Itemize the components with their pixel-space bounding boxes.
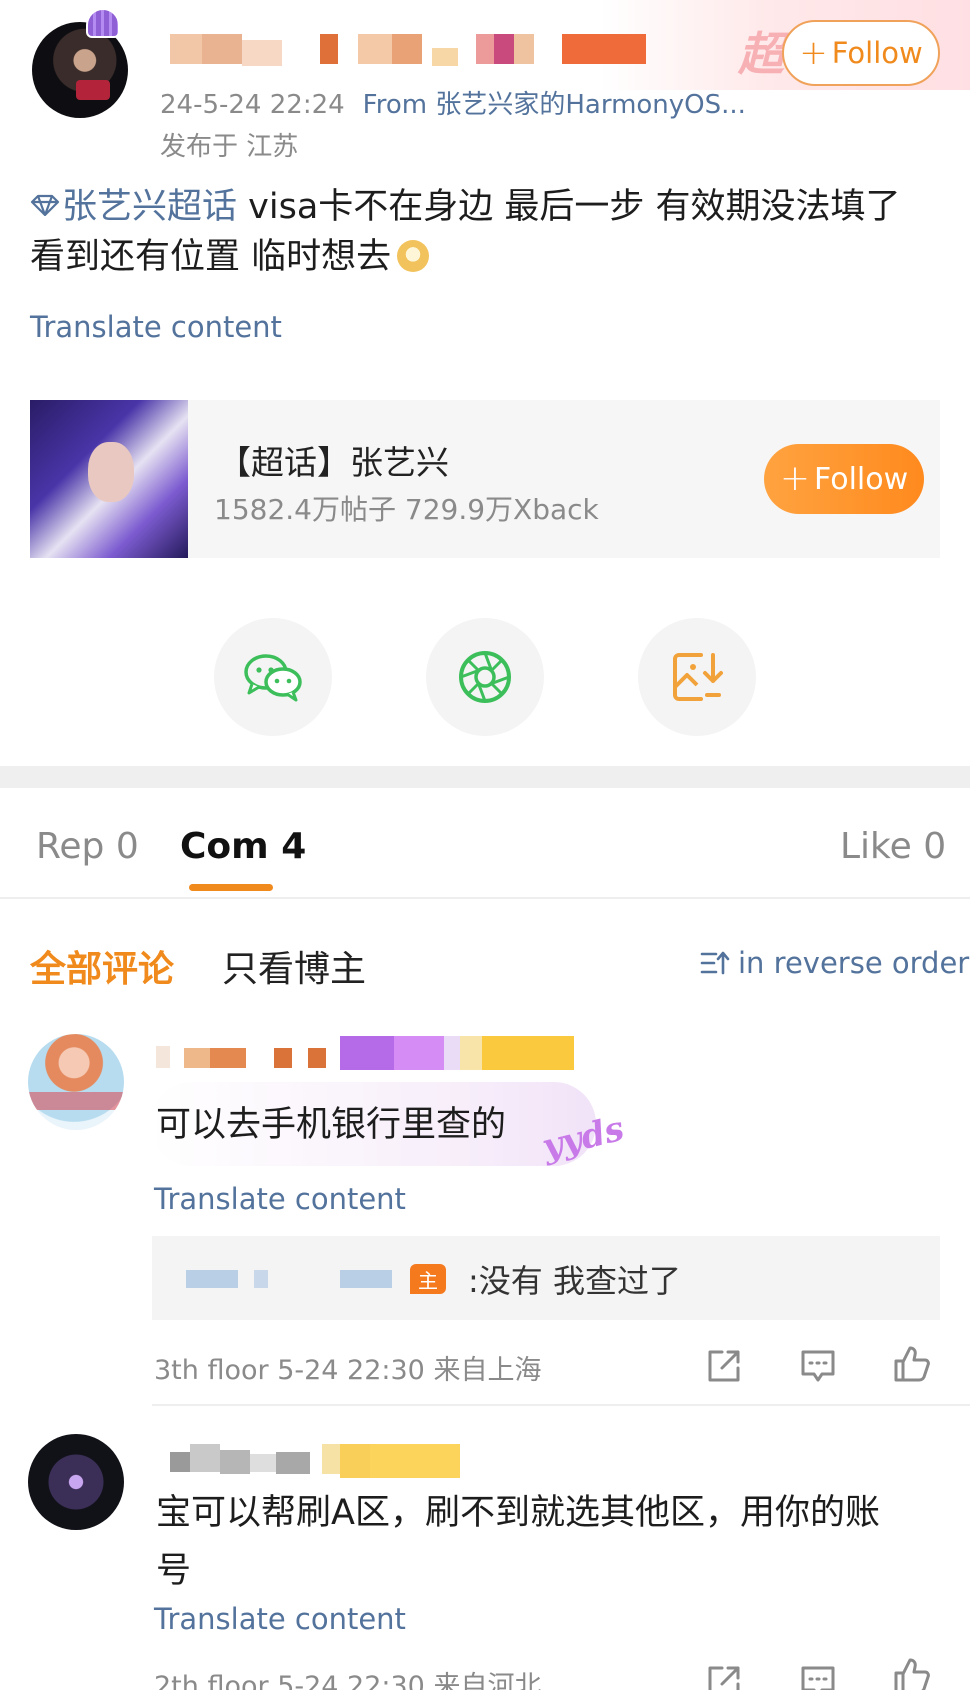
like-icon[interactable]	[892, 1656, 932, 1690]
post-timestamp: 24-5-24 22:24	[160, 90, 345, 120]
super-topic-watermark: 超	[738, 27, 786, 81]
comment-divider	[152, 1404, 970, 1406]
comment-meta: 3th floor 5-24 22:30 来自上海	[154, 1355, 542, 1386]
save-image-icon	[673, 653, 723, 701]
super-topic-cover-image[interactable]	[30, 400, 188, 558]
commenter-avatar[interactable]	[28, 1434, 124, 1530]
filter-all-comments[interactable]: 全部评论	[30, 940, 174, 992]
tab-reposts[interactable]: Rep 0	[36, 826, 139, 867]
comment-text-line1: 宝可以帮刷A区，刷不到就选其他区，用你的账	[156, 1493, 880, 1533]
plus-icon: +	[799, 33, 828, 73]
follow-label: Follow	[814, 461, 909, 497]
share-moments-button[interactable]	[426, 618, 544, 736]
post-text-line1: visa卡不在身边 最后一步 有效期没法填了	[237, 187, 901, 227]
tab-likes[interactable]: Like 0	[840, 826, 946, 867]
topic-name: 张艺兴超话	[62, 187, 238, 227]
translate-post-link[interactable]: Translate content	[30, 310, 282, 344]
comment-icon[interactable]	[798, 1346, 838, 1386]
follow-author-button[interactable]: + Follow	[782, 20, 940, 86]
filter-op-only[interactable]: 只看博主	[222, 940, 366, 992]
shell-badge-icon	[86, 8, 120, 38]
tabs-divider	[0, 897, 970, 899]
section-divider	[0, 766, 970, 788]
comment-meta: 2th floor 5-24 22:30 来自河北	[154, 1671, 542, 1690]
commenter-avatar[interactable]	[28, 1034, 124, 1130]
post-text-line2: 看到还有位置 临时想去	[30, 237, 392, 277]
post-body: 张艺兴超话 visa卡不在身边 最后一步 有效期没法填了 看到还有位置 临时想去	[30, 182, 950, 282]
super-topic-title: 【超话】张艺兴	[218, 443, 449, 482]
comment-text: 可以去手机银行里查的	[156, 1105, 507, 1145]
share-icon[interactable]	[704, 1346, 744, 1386]
plus-icon: +	[779, 458, 811, 499]
host-tag-badge: 主	[410, 1264, 446, 1294]
follow-label: Follow	[831, 36, 923, 70]
active-tab-indicator	[189, 884, 273, 891]
post-location: 发布于 江苏	[160, 132, 299, 162]
comment-icon[interactable]	[798, 1662, 838, 1690]
replier-name-blurred[interactable]	[186, 1270, 396, 1288]
diamond-icon	[30, 194, 60, 216]
share-wechat-button[interactable]	[214, 618, 332, 736]
doge-emoji-icon	[397, 240, 430, 272]
save-image-button[interactable]	[638, 618, 756, 736]
super-topic-link[interactable]: 张艺兴超话	[30, 187, 237, 227]
share-icon[interactable]	[704, 1662, 744, 1690]
post-source-link[interactable]: From 张艺兴家的HarmonyOS...	[363, 90, 746, 120]
commenter-name-blurred[interactable]	[156, 1036, 580, 1072]
sort-order-label: in reverse order	[738, 946, 970, 980]
sort-icon	[700, 951, 730, 975]
sort-order-button[interactable]: in reverse order	[700, 946, 969, 980]
tab-comments[interactable]: Com 4	[180, 826, 306, 867]
translate-comment-link[interactable]: Translate content	[154, 1602, 406, 1636]
reply-text: :没有 我查过了	[468, 1262, 681, 1300]
wechat-icon	[244, 654, 302, 702]
follow-super-topic-button[interactable]: + Follow	[764, 444, 924, 514]
super-topic-stats: 1582.4万帖子 729.9万Xback	[214, 493, 599, 526]
comment-text-line2: 号	[156, 1551, 192, 1591]
moments-icon	[459, 651, 511, 703]
commenter-name-blurred[interactable]	[170, 1444, 460, 1478]
post-meta: 24-5-24 22:24 From 张艺兴家的HarmonyOS...	[160, 84, 746, 121]
translate-comment-link[interactable]: Translate content	[154, 1182, 406, 1216]
author-name-blurred[interactable]	[170, 34, 646, 66]
like-icon[interactable]	[892, 1344, 932, 1384]
